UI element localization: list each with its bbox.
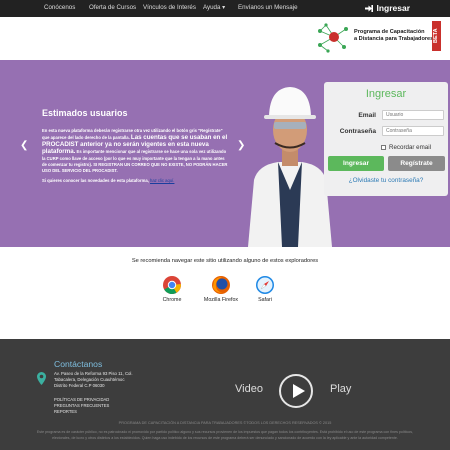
beta-badge: BETA	[432, 21, 441, 51]
safari-icon	[256, 276, 274, 294]
browser-firefox-label: Mozilla Firefox	[203, 297, 239, 303]
hero-paragraph-1: En esta nueva plataforma deberán registr…	[42, 128, 228, 174]
contact-address: Av. Paseo de la Reforma 93 Piso 11, Col.…	[54, 371, 164, 389]
nav-login-link[interactable]: Ingresar	[365, 0, 410, 17]
browser-recommendation: Se recomienda navegar este sitio utiliza…	[131, 258, 319, 264]
browser-firefox[interactable]: Mozilla Firefox	[199, 275, 243, 303]
nav-envianos-mensaje[interactable]: Envíanos un Mensaje	[238, 0, 298, 17]
password-field[interactable]	[382, 126, 444, 136]
nav-vinculos-interes[interactable]: Vínculos de Interés	[143, 0, 196, 17]
login-panel: Ingresar Email Contraseña Recordar email…	[324, 82, 448, 196]
chrome-icon	[163, 276, 181, 295]
nav-oferta-cursos[interactable]: Oferta de Cursos	[89, 0, 136, 17]
carousel-prev-icon[interactable]: ❮	[20, 140, 28, 151]
nav-ayuda-dropdown[interactable]: Ayuda ▾	[203, 0, 225, 17]
reports-link[interactable]: REPORTES	[54, 409, 109, 415]
remember-email-checkbox[interactable]: Recordar email	[381, 144, 431, 151]
legal-disclaimer: Este programa es de carácter público, no…	[36, 430, 414, 440]
map-pin-icon	[37, 372, 46, 385]
checkbox-icon[interactable]	[381, 145, 386, 150]
password-label: Contraseña	[339, 128, 376, 135]
login-title: Ingresar	[365, 88, 407, 100]
firefox-icon	[212, 276, 230, 294]
site-header: Programa de Capacitación a Distancia par…	[0, 17, 450, 57]
remember-email-label: Recordar email	[389, 144, 431, 151]
browser-safari-label: Safari	[258, 297, 272, 303]
copyright: PROGRAMA DE CAPACITACIÓN A DISTANCIA PAR…	[118, 421, 332, 425]
contact-title: Contáctanos	[54, 359, 103, 369]
top-navbar: Conócenos Oferta de Cursos Vínculos de I…	[0, 0, 450, 17]
forgot-password-link[interactable]: ¿Olvidaste tu contraseña?	[324, 177, 448, 184]
register-button[interactable]: Regístrate	[388, 156, 445, 171]
login-button[interactable]: Ingresar	[328, 156, 384, 171]
carousel-indicators	[0, 240, 450, 247]
sign-in-icon	[365, 5, 374, 12]
logo-text-line1: Programa de Capacitación	[354, 29, 425, 35]
site-footer: Contáctanos Av. Paseo de la Reforma 93 P…	[0, 339, 450, 450]
address-line3: Distrito Federal C.P 06030	[54, 383, 105, 388]
hero-news-link[interactable]: haz clic aquí.	[150, 178, 174, 183]
video-label: Video	[235, 383, 263, 395]
email-label: Email	[358, 112, 376, 119]
email-field[interactable]	[382, 110, 444, 120]
network-logo-icon	[318, 23, 348, 53]
hero-p2-text: Si quieres conocer las novedades de esta…	[42, 177, 149, 183]
hero-paragraph-2: Si quieres conocer las novedades de esta…	[42, 178, 228, 184]
hero-text: Estimados usuarios En esta nueva platafo…	[42, 108, 228, 188]
browser-chrome-label: Chrome	[162, 297, 182, 303]
hero-title: Estimados usuarios	[42, 108, 128, 118]
procadist-logo[interactable]: Programa de Capacitación a Distancia par…	[314, 21, 441, 53]
play-video-button[interactable]	[279, 374, 313, 408]
nav-conocenos[interactable]: Conócenos	[44, 0, 75, 17]
browser-chrome[interactable]: Chrome	[152, 275, 192, 303]
footer-links: POLÍTICAS DE PRIVACIDAD PREGUNTAS FRECUE…	[54, 397, 109, 416]
browser-safari[interactable]: Safari	[245, 275, 285, 303]
play-label: Play	[330, 383, 352, 395]
nav-login-label: Ingresar	[376, 3, 410, 13]
logo-text: Programa de Capacitación a Distancia par…	[354, 29, 433, 43]
logo-text-line2: a Distancia para Trabajadores	[354, 36, 434, 43]
